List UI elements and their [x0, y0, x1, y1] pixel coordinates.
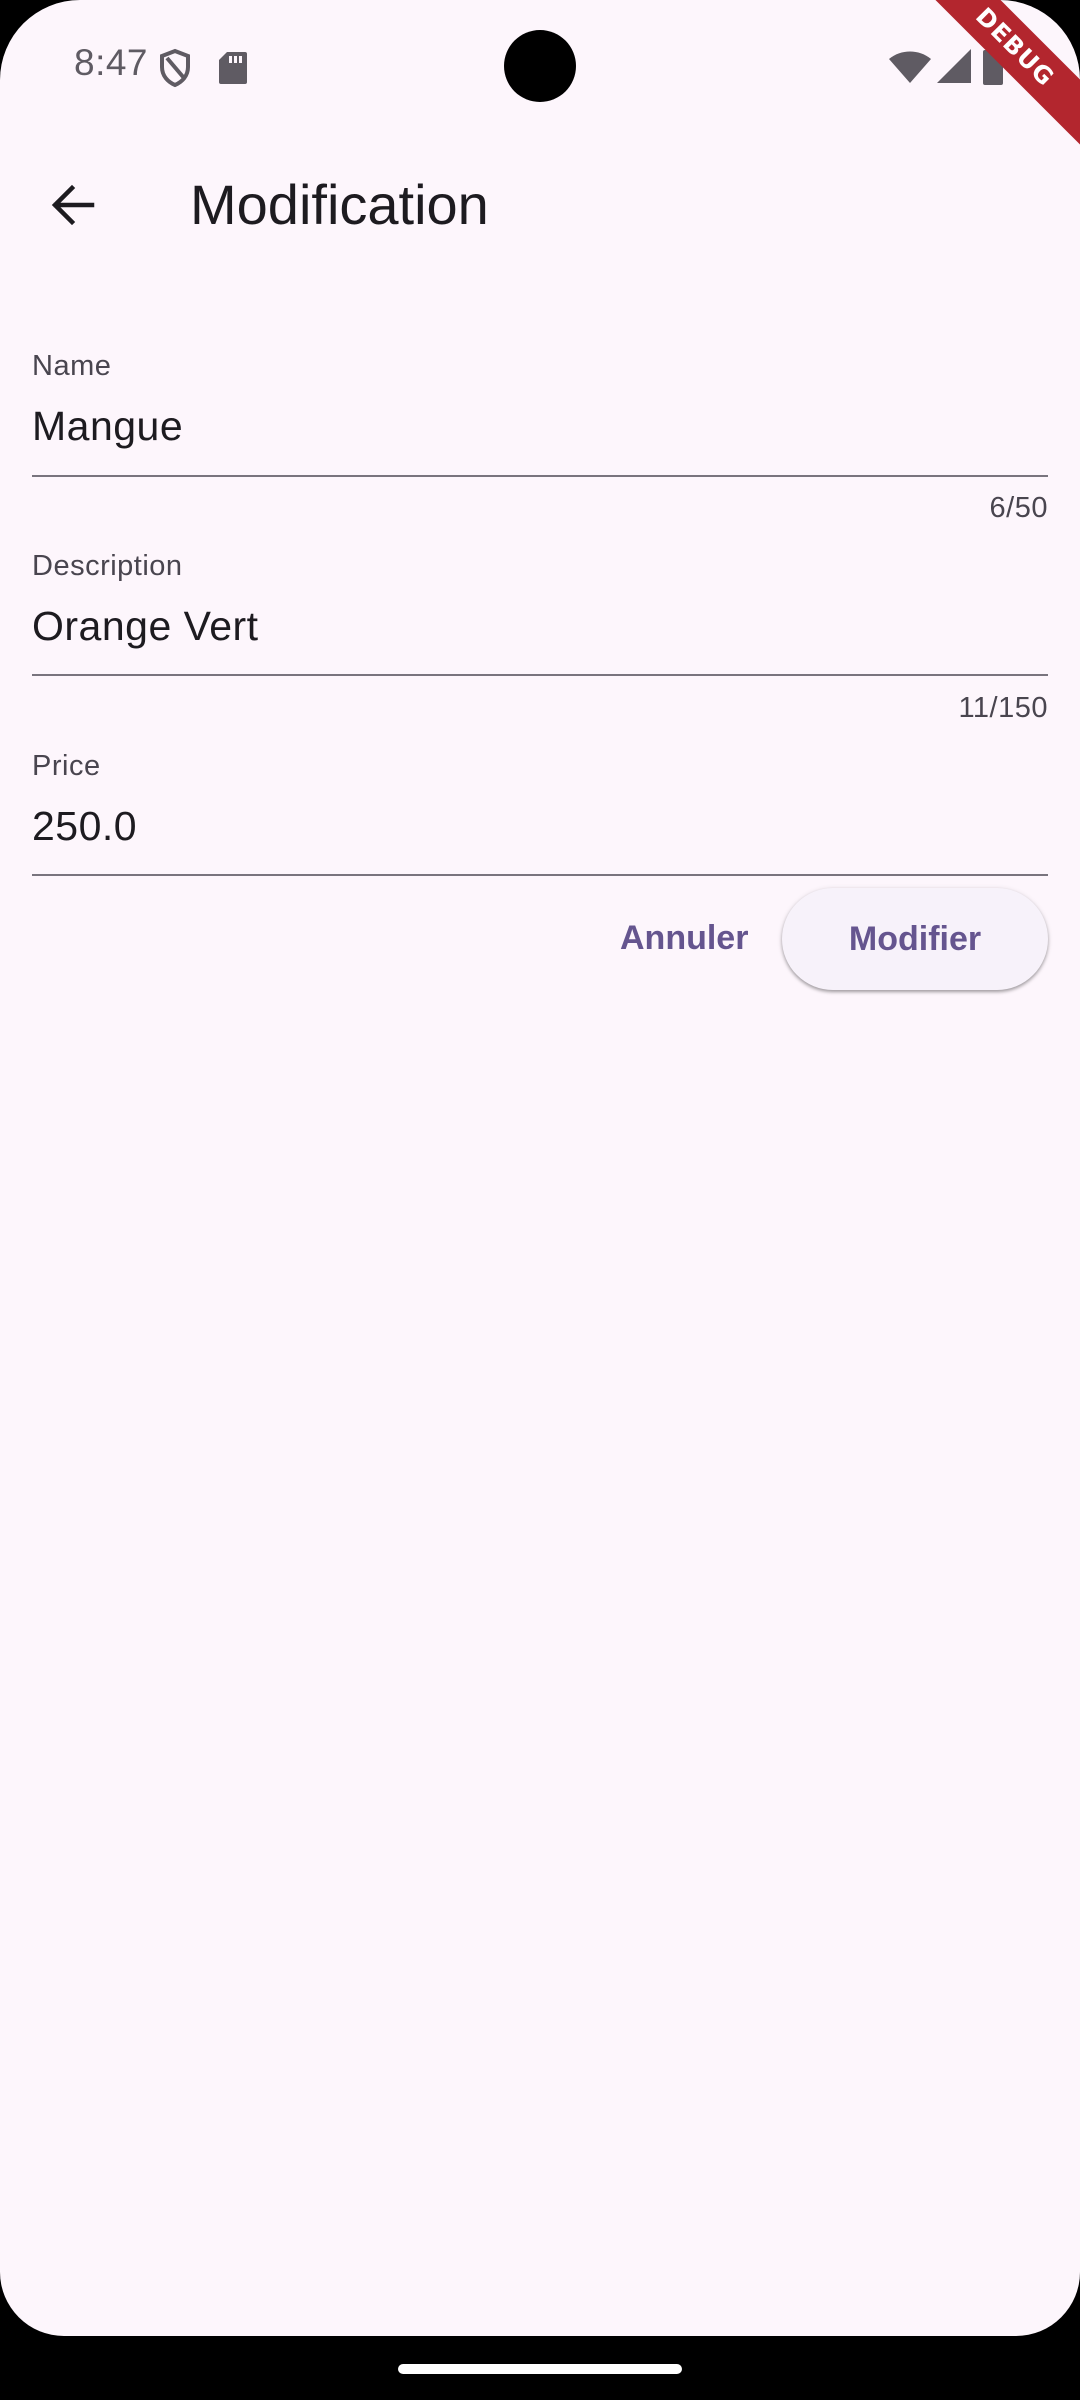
app-screen: 8:47 DEBUG Modification Name Mangue 6/50… [0, 0, 1080, 2336]
price-field-underline [32, 874, 1048, 876]
description-field-label: Description [32, 550, 183, 582]
description-field-underline [32, 674, 1048, 676]
status-time: 8:47 [74, 42, 149, 83]
shield-icon [160, 48, 190, 88]
name-field[interactable]: Name 6/50 [32, 350, 1048, 530]
page-title: Modification [190, 173, 489, 236]
description-field[interactable]: Description 11/150 [32, 550, 1048, 730]
arrow-back-icon [51, 184, 95, 226]
price-field-label: Price [32, 750, 101, 782]
wifi-icon [889, 51, 931, 83]
name-field-underline [32, 475, 1048, 477]
price-input[interactable] [32, 790, 1048, 862]
name-char-counter: 6/50 [989, 492, 1048, 524]
cellular-signal-icon [937, 49, 971, 83]
status-bar: 8:47 DEBUG [0, 0, 1080, 159]
name-field-label: Name [32, 350, 112, 382]
description-input[interactable] [32, 590, 1048, 662]
home-indicator[interactable] [398, 2364, 682, 2374]
app-bar: Modification [0, 132, 1080, 278]
modify-button[interactable]: Modifier [782, 888, 1048, 990]
name-input[interactable] [32, 390, 1048, 462]
back-button[interactable] [24, 157, 120, 253]
price-field[interactable]: Price [32, 750, 1048, 880]
description-char-counter: 11/150 [958, 692, 1048, 724]
camera-cutout [504, 30, 576, 102]
cancel-button[interactable]: Annuler [596, 894, 772, 982]
sd-card-icon [219, 52, 247, 84]
